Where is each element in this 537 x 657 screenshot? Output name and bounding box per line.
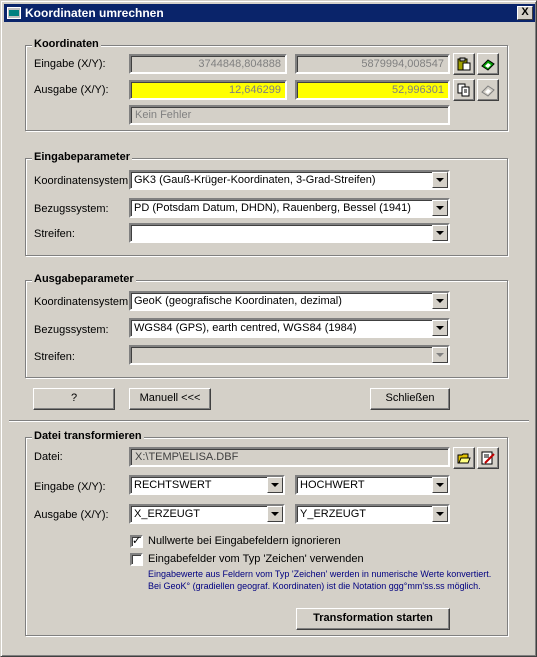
- koordinaten-eingabe-x-field[interactable]: 3744848,804888: [129, 54, 287, 74]
- koordinaten-group-title: Koordinaten: [32, 38, 101, 50]
- edit-file-button[interactable]: [477, 447, 499, 469]
- close-button[interactable]: X: [517, 6, 533, 20]
- eingabeparameter-group-title: Eingabeparameter: [32, 151, 132, 163]
- koordinaten-eingabe-label: Eingabe (X/Y):: [34, 58, 106, 70]
- datei-ausgabe-x-value: X_ERZEUGT: [134, 508, 201, 520]
- datei-eingabe-x-value: RECHTSWERT: [134, 479, 212, 491]
- zeichen-checkbox[interactable]: [130, 553, 143, 566]
- datei-eingabe-y-value: HOCHWERT: [300, 479, 365, 491]
- aus-koordsys-select[interactable]: GeoK (geografische Koordinaten, dezimal): [129, 291, 450, 311]
- chevron-down-icon[interactable]: [267, 477, 283, 493]
- chevron-down-icon[interactable]: [432, 172, 448, 188]
- app-icon: [7, 7, 21, 19]
- clear-input-button[interactable]: [477, 53, 499, 75]
- transform-button[interactable]: Transformation starten: [296, 608, 450, 630]
- separator: [9, 420, 529, 422]
- datei-group-title: Datei transformieren: [32, 430, 144, 442]
- copy-button[interactable]: [453, 79, 475, 101]
- datei-ausgabe-label: Ausgabe (X/Y):: [34, 509, 109, 521]
- koordinaten-ausgabe-label: Ausgabe (X/Y):: [34, 84, 109, 96]
- ein-bezug-select[interactable]: PD (Potsdam Datum, DHDN), Rauenberg, Bes…: [129, 198, 450, 218]
- edit-icon: [481, 451, 495, 465]
- aus-streifen-label: Streifen:: [34, 351, 75, 363]
- aus-bezug-label: Bezugssystem:: [34, 324, 109, 336]
- koordinaten-eingabe-y-field[interactable]: 5879994,008547: [295, 54, 450, 74]
- copy-icon: [457, 83, 470, 97]
- eraser-disabled-icon: [481, 85, 495, 97]
- manuell-button[interactable]: Manuell <<<: [129, 388, 211, 410]
- ein-streifen-select[interactable]: [129, 223, 450, 243]
- ein-bezug-value: PD (Potsdam Datum, DHDN), Rauenberg, Bes…: [134, 202, 411, 214]
- note-line-1: Eingabewerte aus Feldern vom Typ 'Zeiche…: [148, 569, 492, 579]
- koordinaten-ausgabe-x-field[interactable]: 12,646299: [129, 80, 287, 100]
- chevron-down-icon[interactable]: [432, 347, 448, 363]
- chevron-down-icon[interactable]: [432, 477, 448, 493]
- datei-ausgabe-y-value: Y_ERZEUGT: [300, 508, 367, 520]
- datei-ausgabe-y-select[interactable]: Y_ERZEUGT: [295, 504, 450, 524]
- ein-koordsys-select[interactable]: GK3 (Gauß-Krüger-Koordinaten, 3-Grad-Str…: [129, 170, 450, 190]
- aus-bezug-value: WGS84 (GPS), earth centred, WGS84 (1984): [134, 322, 357, 334]
- datei-eingabe-label: Eingabe (X/Y):: [34, 481, 106, 493]
- help-button[interactable]: ?: [33, 388, 115, 410]
- chevron-down-icon[interactable]: [432, 320, 448, 336]
- ein-koordsys-value: GK3 (Gauß-Krüger-Koordinaten, 3-Grad-Str…: [134, 174, 376, 186]
- koordinaten-ausgabe-y-field[interactable]: 52,996301: [295, 80, 450, 100]
- schliessen-button[interactable]: Schließen: [370, 388, 450, 410]
- datei-path-field[interactable]: X:\TEMP\ELISA.DBF: [129, 447, 450, 467]
- paste-button[interactable]: [453, 53, 475, 75]
- chevron-down-icon[interactable]: [432, 293, 448, 309]
- datei-eingabe-x-select[interactable]: RECHTSWERT: [129, 475, 285, 495]
- zeichen-label[interactable]: Eingabefelder vom Typ 'Zeichen' verwende…: [148, 553, 364, 565]
- ein-bezug-label: Bezugssystem:: [34, 203, 109, 215]
- chevron-down-icon[interactable]: [432, 200, 448, 216]
- chevron-down-icon[interactable]: [432, 506, 448, 522]
- datei-ausgabe-x-select[interactable]: X_ERZEUGT: [129, 504, 285, 524]
- datei-label: Datei:: [34, 451, 63, 463]
- aus-koordsys-value: GeoK (geografische Koordinaten, dezimal): [134, 295, 342, 307]
- dialog-window: Koordinaten umrechnen X Koordinaten Eing…: [0, 0, 537, 657]
- clear-output-button[interactable]: [477, 79, 499, 101]
- nullwerte-label[interactable]: Nullwerte bei Eingabefeldern ignorieren: [148, 535, 341, 547]
- title-bar: Koordinaten umrechnen X: [4, 4, 535, 22]
- paste-icon: [457, 57, 471, 71]
- koordinaten-status-field: Kein Fehler: [129, 105, 450, 125]
- nullwerte-checkbox[interactable]: [130, 534, 143, 548]
- chevron-down-icon[interactable]: [432, 225, 448, 241]
- datei-eingabe-y-select[interactable]: HOCHWERT: [295, 475, 450, 495]
- note-line-2: Bei GeoK° (gradiellen geograf. Koordinat…: [148, 581, 481, 591]
- ein-streifen-label: Streifen:: [34, 228, 75, 240]
- aus-bezug-select[interactable]: WGS84 (GPS), earth centred, WGS84 (1984): [129, 318, 450, 338]
- ausgabeparameter-group-title: Ausgabeparameter: [32, 273, 136, 285]
- window-title: Koordinaten umrechnen: [25, 6, 164, 20]
- aus-streifen-select[interactable]: [129, 345, 450, 365]
- eraser-icon: [481, 59, 495, 71]
- aus-koordsys-label: Koordinatensystem:: [34, 296, 132, 308]
- ein-koordsys-label: Koordinatensystem:: [34, 175, 132, 187]
- chevron-down-icon[interactable]: [267, 506, 283, 522]
- folder-open-icon: [457, 453, 471, 464]
- open-file-button[interactable]: [453, 447, 475, 469]
